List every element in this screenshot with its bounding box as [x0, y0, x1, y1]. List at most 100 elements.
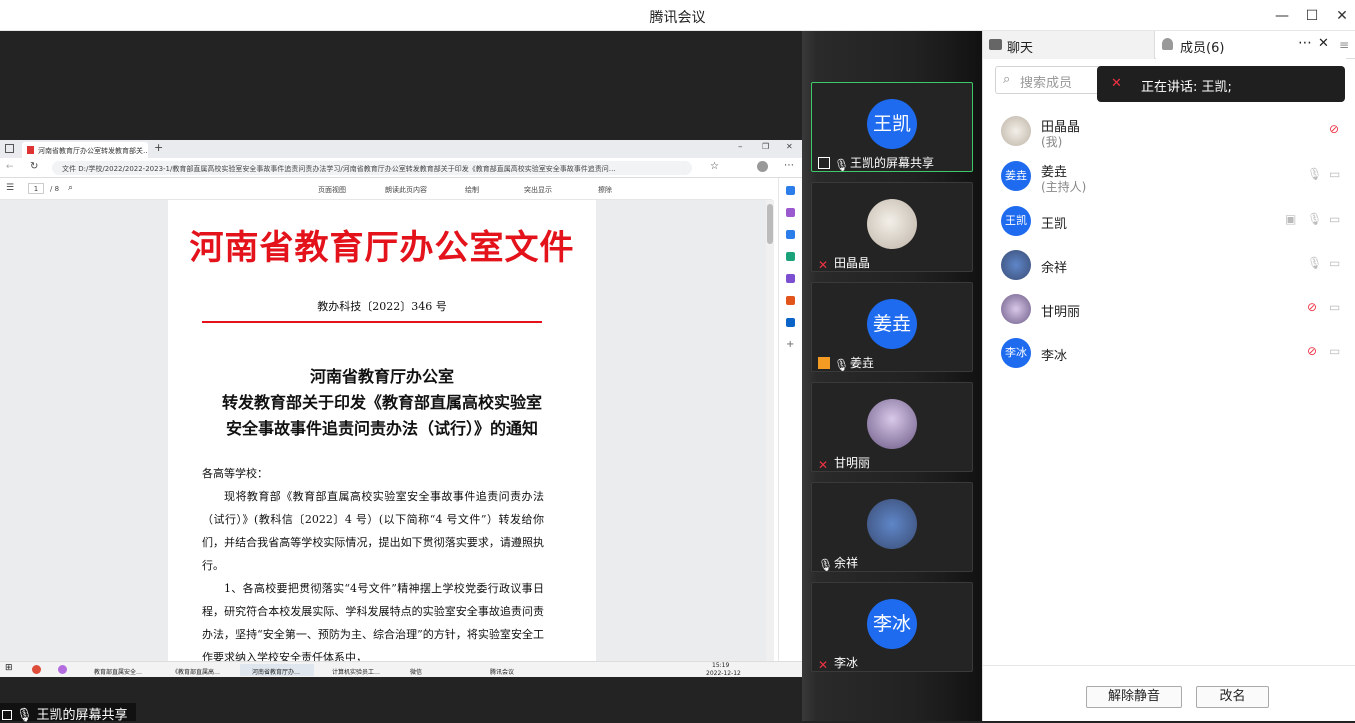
video-tile-wangkai[interactable]: 王凯 🎙王凯的屏幕共享: [811, 82, 973, 172]
sidebar-copilot-icon[interactable]: [786, 208, 795, 217]
app-icon[interactable]: [58, 665, 67, 674]
url-field[interactable]: 文件 D:/学校/2022/2022-2023-1/教育部直属高校实验室安全事故…: [52, 161, 692, 175]
sidebar-outlook-icon[interactable]: [786, 318, 795, 327]
minimize-button[interactable]: —: [1272, 6, 1292, 26]
member-name: 王凯: [1041, 217, 1068, 232]
mic-muted-icon[interactable]: ⊘: [1307, 300, 1321, 316]
avatar: [867, 199, 917, 249]
more-icon[interactable]: ⋯: [784, 160, 794, 171]
member-row[interactable]: 余祥 🎙 ▭: [1001, 250, 1346, 286]
mic-muted-icon: ✕: [818, 658, 829, 672]
sidebar-shopping-icon[interactable]: [786, 230, 795, 239]
pdf-toolbar: ☰ 1 / 8 ⌕ 页面视图 朗读此页内容 绘制 突出显示 擦除: [0, 178, 772, 200]
mic-icon[interactable]: 🎙: [1307, 167, 1322, 183]
tab-members[interactable]: 成员(6) ⋯ ✕: [1156, 31, 1346, 59]
document-paragraph-1: 现将教育部《教育部直属高校实验室安全事故事件追责问责办法（试行）》(教科信〔20…: [202, 490, 544, 572]
sidebar-search-icon[interactable]: [786, 186, 795, 195]
member-row[interactable]: 姜垚 姜垚 (主持人) 🎙 ▭: [1001, 161, 1346, 197]
mic-muted-icon[interactable]: ⊘: [1307, 344, 1321, 360]
taskbar-app-3[interactable]: 河南省教育厅办…: [240, 664, 314, 676]
camera-off-icon[interactable]: ▭: [1329, 344, 1343, 360]
sidebar-tools-icon[interactable]: [786, 252, 795, 261]
camera-off-icon[interactable]: ▭: [1329, 212, 1343, 228]
pdf-scrollbar[interactable]: [766, 200, 774, 661]
browser-tab-title: 河南省教育厅办公室转发教育部关…: [38, 147, 148, 155]
member-role: (主持人): [1041, 180, 1087, 194]
panel-footer: 解除静音 改名: [983, 665, 1355, 721]
avatar: 李冰: [867, 599, 917, 649]
screen-share-icon: [2, 710, 12, 720]
member-role: (我): [1041, 135, 1063, 149]
mic-muted-icon[interactable]: ⊘: [1329, 122, 1343, 138]
pdf-scroll-thumb[interactable]: [767, 204, 773, 244]
member-row[interactable]: 王凯 王凯 ▣ 🎙 ▭: [1001, 206, 1346, 242]
pdf-page: 河南省教育厅办公室文件 教办科技〔2022〕346 号 河南省教育厅办公室 转发…: [168, 200, 596, 661]
draw-button[interactable]: 绘制: [465, 185, 479, 195]
start-icon[interactable]: ⊞: [5, 663, 13, 673]
tab-chat[interactable]: 聊天: [983, 31, 1155, 59]
avatar: [867, 499, 917, 549]
camera-off-icon[interactable]: ▭: [1329, 256, 1343, 272]
unmute-all-button[interactable]: 解除静音: [1086, 686, 1182, 708]
shared-taskbar: ⊞ 教育部直属安全… 《教育部直属高… 河南省教育厅办… 计算机实验员工… 微信…: [0, 661, 802, 677]
browser-minimize-icon[interactable]: –: [738, 142, 743, 152]
avatar: 王凯: [867, 99, 917, 149]
taskbar-app-2[interactable]: 《教育部直属高…: [160, 664, 234, 676]
search-icon[interactable]: ⌕: [68, 183, 73, 193]
sidebar-office-icon[interactable]: [786, 296, 795, 305]
video-tile-libing[interactable]: 李冰 ✕ 李冰: [811, 582, 973, 672]
close-panel-icon[interactable]: ✕: [1318, 36, 1329, 51]
mic-icon[interactable]: 🎙: [1307, 256, 1322, 272]
video-tile-tianjingjing[interactable]: ✕ 田晶晶: [811, 182, 973, 272]
page-number-input[interactable]: 1: [28, 183, 44, 194]
close-button[interactable]: ✕: [1332, 6, 1352, 26]
video-tile-jiangyao[interactable]: 姜垚 🎙姜垚: [811, 282, 973, 372]
browser-tab[interactable]: 河南省教育厅办公室转发教育部关…: [22, 142, 148, 158]
highlight-button[interactable]: 突出显示: [524, 185, 552, 195]
video-tile-ganmingli[interactable]: ✕ 甘明丽: [811, 382, 973, 472]
new-tab-icon[interactable]: +: [154, 141, 163, 154]
mic-icon[interactable]: 🎙: [1307, 212, 1322, 228]
camera-off-icon[interactable]: ▭: [1329, 167, 1343, 183]
tile-label: ✕ 甘明丽: [816, 454, 870, 472]
taskbar-app-4[interactable]: 计算机实验员工…: [320, 664, 394, 676]
address-bar: ← ↻ 文件 D:/学校/2022/2022-2023-1/教育部直属高校实验室…: [0, 158, 802, 178]
erase-button[interactable]: 擦除: [598, 185, 612, 195]
members-icon: [1162, 38, 1173, 50]
read-aloud-button[interactable]: 朗读此页内容: [385, 185, 427, 195]
member-row[interactable]: 李冰 李冰 ⊘ ▭: [1001, 338, 1346, 374]
screen-share-icon: [818, 157, 830, 169]
avatar: [1001, 116, 1031, 146]
member-row[interactable]: 甘明丽 ⊘ ▭: [1001, 294, 1346, 330]
favorite-star-icon[interactable]: ☆: [710, 161, 719, 172]
back-icon[interactable]: ←: [6, 162, 14, 172]
browser-restore-icon[interactable]: ❐: [762, 142, 769, 151]
sidebar-add-icon[interactable]: +: [786, 340, 795, 350]
chrome-icon[interactable]: [32, 665, 41, 674]
panel-menu-icon[interactable]: ≡: [1339, 38, 1349, 52]
mic-muted-icon: ✕: [818, 258, 829, 272]
sidebar-games-icon[interactable]: [786, 274, 795, 283]
more-options-icon[interactable]: ⋯: [1298, 35, 1312, 51]
browser-close-icon[interactable]: ✕: [786, 142, 793, 151]
profile-icon[interactable]: [757, 161, 768, 172]
shared-browser-window: 河南省教育厅办公室转发教育部关… + – ❐ ✕ ← ↻ 文件 D:/学校/20…: [0, 140, 802, 677]
contents-icon[interactable]: ☰: [6, 183, 14, 193]
screen-share-icon: ▣: [1285, 212, 1297, 226]
camera-off-icon[interactable]: ▭: [1329, 300, 1343, 316]
member-row[interactable]: 田晶晶 (我) ⊘: [1001, 116, 1346, 152]
page-view-button[interactable]: 页面视图: [318, 185, 346, 195]
tile-label: 🎙王凯的屏幕共享: [816, 154, 934, 172]
maximize-button[interactable]: ☐: [1302, 6, 1322, 26]
refresh-icon[interactable]: ↻: [30, 161, 38, 172]
taskbar-app-5[interactable]: 微信: [398, 664, 472, 676]
document-salutation: 各高等学校：: [202, 467, 268, 480]
taskbar-app-1[interactable]: 教育部直属安全…: [82, 664, 156, 676]
rename-button[interactable]: 改名: [1196, 686, 1269, 708]
avatar: [1001, 294, 1031, 324]
window-title: 腾讯会议: [649, 10, 706, 26]
video-tile-yuxiang[interactable]: 🎙余祥: [811, 482, 973, 572]
pdf-viewer[interactable]: 河南省教育厅办公室文件 教办科技〔2022〕346 号 河南省教育厅办公室 转发…: [0, 200, 772, 661]
avatar: 姜垚: [867, 299, 917, 349]
taskbar-app-6[interactable]: 腾讯会议: [478, 664, 552, 676]
